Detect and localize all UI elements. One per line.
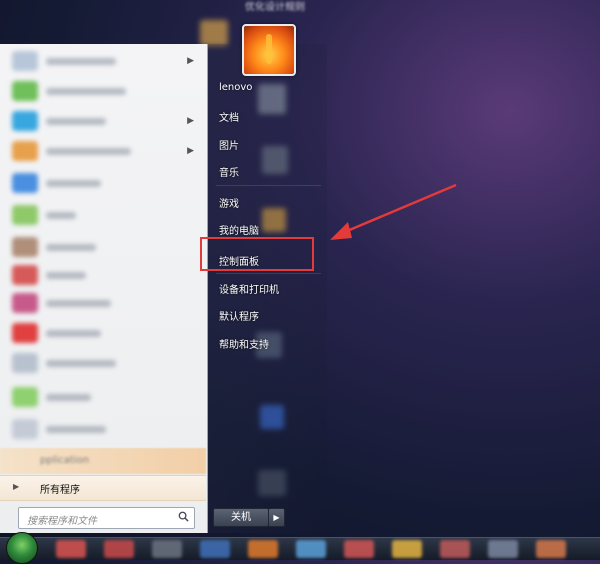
taskbar-app-icon[interactable]: [344, 540, 374, 558]
divider: [216, 185, 321, 186]
taskbar-app-icon[interactable]: [104, 540, 134, 558]
taskbar-app-icon[interactable]: [536, 540, 566, 558]
triangle-right-icon: ▶: [13, 482, 20, 491]
place-item-documents[interactable]: 文档: [219, 109, 239, 124]
place-item-computer[interactable]: 我的电脑: [219, 222, 259, 237]
program-item[interactable]: [0, 262, 200, 289]
taskbar-app-icon[interactable]: [152, 540, 182, 558]
taskbar-app-icon[interactable]: [296, 540, 326, 558]
taskbar-app-icon[interactable]: [56, 540, 86, 558]
submenu-arrow-icon: ▶: [187, 56, 194, 66]
submenu-arrow-icon: ▶: [187, 116, 194, 126]
place-item-help-support[interactable]: 帮助和支持: [219, 336, 269, 351]
all-programs-label: 所有程序: [40, 485, 80, 496]
place-item-default-programs[interactable]: 默认程序: [219, 308, 259, 323]
search-input[interactable]: 搜索程序和文件: [18, 507, 195, 529]
taskbar: [0, 532, 600, 564]
program-item[interactable]: ▶: [0, 48, 200, 75]
divider: [216, 273, 321, 274]
place-item-user[interactable]: lenovo: [219, 82, 252, 93]
search-icon[interactable]: [178, 511, 189, 522]
shutdown-options-button[interactable]: ▶: [268, 508, 285, 527]
user-avatar[interactable]: [242, 24, 296, 76]
program-item[interactable]: [0, 78, 200, 105]
taskbar-app-icon[interactable]: [200, 540, 230, 558]
program-item[interactable]: [0, 170, 200, 197]
taskbar-app-icon[interactable]: [248, 540, 278, 558]
desktop-icon: [200, 20, 228, 46]
start-menu-programs-pane: ▶ ▶ ▶ pplication ▶ 所有程序 搜索程序和文件: [0, 44, 208, 533]
taskbar-app-icon[interactable]: [488, 540, 518, 558]
all-programs-button[interactable]: ▶ 所有程序: [0, 475, 206, 501]
pinned-app-label: pplication: [40, 455, 90, 466]
place-item-music[interactable]: 音乐: [219, 164, 239, 179]
program-item[interactable]: [0, 290, 200, 317]
triangle-right-icon: ▶: [273, 513, 280, 522]
program-item[interactable]: [0, 234, 200, 261]
place-item-devices-printers[interactable]: 设备和打印机: [219, 281, 279, 296]
taskbar-app-icon[interactable]: [440, 540, 470, 558]
highlight-box: [200, 237, 314, 271]
program-item[interactable]: [0, 384, 200, 411]
desktop-title: 优化设计规则: [245, 2, 305, 13]
shutdown-button[interactable]: 关机: [213, 508, 269, 527]
program-item[interactable]: [0, 350, 200, 377]
search-placeholder: 搜索程序和文件: [27, 516, 97, 527]
program-item[interactable]: [0, 416, 200, 443]
program-item[interactable]: ▶: [0, 138, 200, 165]
place-item-pictures[interactable]: 图片: [219, 137, 239, 152]
taskbar-app-icon[interactable]: [392, 540, 422, 558]
program-item[interactable]: [0, 202, 200, 229]
place-item-games[interactable]: 游戏: [219, 195, 239, 210]
windows-start-orb-icon[interactable]: [6, 532, 38, 564]
pinned-app-item[interactable]: pplication: [0, 448, 206, 474]
program-item[interactable]: ▶: [0, 108, 200, 135]
program-item[interactable]: [0, 320, 200, 347]
submenu-arrow-icon: ▶: [187, 146, 194, 156]
